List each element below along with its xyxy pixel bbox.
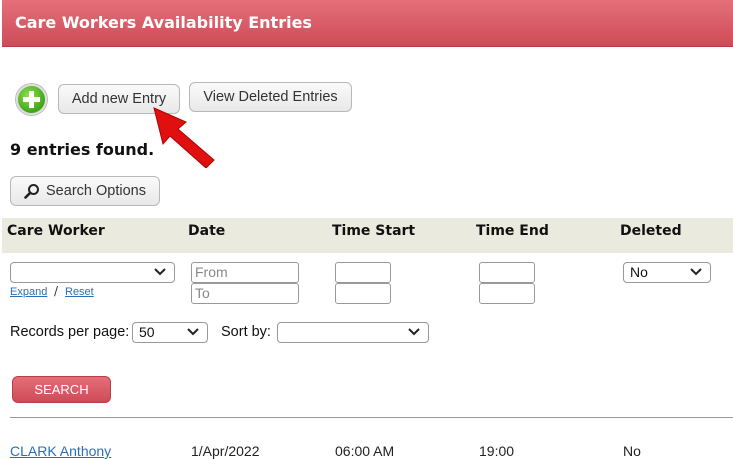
records-per-page-value: 50 (139, 324, 155, 340)
time-end-to-input[interactable] (479, 283, 535, 304)
sort-by-label: Sort by: (221, 324, 271, 340)
red-arrow-annotation-icon (153, 107, 215, 168)
add-entry-plus-icon[interactable] (16, 84, 47, 115)
chevron-down-icon (408, 328, 420, 336)
records-per-page-select[interactable]: 50 (132, 322, 208, 343)
result-date: 1/Apr/2022 (191, 443, 260, 459)
deleted-select-value: No (630, 264, 648, 280)
records-per-page-label: Records per page: (10, 324, 130, 340)
time-start-to-input[interactable] (335, 283, 391, 304)
column-header-care-worker: Care Worker (7, 223, 105, 239)
sort-by-select[interactable] (277, 322, 429, 343)
results-divider (10, 417, 733, 418)
column-header-deleted: Deleted (620, 223, 682, 239)
magnifier-icon (24, 184, 40, 199)
deleted-select[interactable]: No (623, 262, 711, 283)
column-header-time-end: Time End (476, 223, 549, 239)
search-options-button[interactable]: Search Options (10, 176, 160, 206)
page-header: Care Workers Availability Entries (2, 0, 733, 47)
chevron-down-icon (690, 268, 702, 276)
result-time-start: 06:00 AM (335, 443, 395, 459)
search-button[interactable]: SEARCH (12, 376, 111, 403)
reset-link[interactable]: Reset (65, 286, 94, 298)
column-header-time-start: Time Start (332, 223, 416, 239)
care-worker-select[interactable] (10, 262, 175, 283)
chevron-down-icon (154, 268, 166, 276)
time-end-from-input[interactable] (479, 262, 535, 283)
date-to-input[interactable]: To (191, 283, 299, 304)
filter-table-header: Care Worker Date Time Start Time End Del… (2, 218, 733, 253)
column-header-date: Date (188, 223, 226, 239)
entries-count: 9 entries found. (10, 140, 155, 159)
expand-link[interactable]: Expand (10, 286, 47, 298)
time-start-from-input[interactable] (335, 262, 391, 283)
date-from-input[interactable]: From (191, 262, 299, 283)
link-separator: / (54, 284, 59, 298)
result-time-end: 19:00 (479, 443, 515, 459)
result-care-worker-link[interactable]: CLARK Anthony (10, 443, 111, 459)
chevron-down-icon (187, 328, 199, 336)
result-deleted: No (623, 443, 641, 459)
search-options-label: Search Options (46, 183, 146, 199)
page-title: Care Workers Availability Entries (15, 13, 312, 32)
